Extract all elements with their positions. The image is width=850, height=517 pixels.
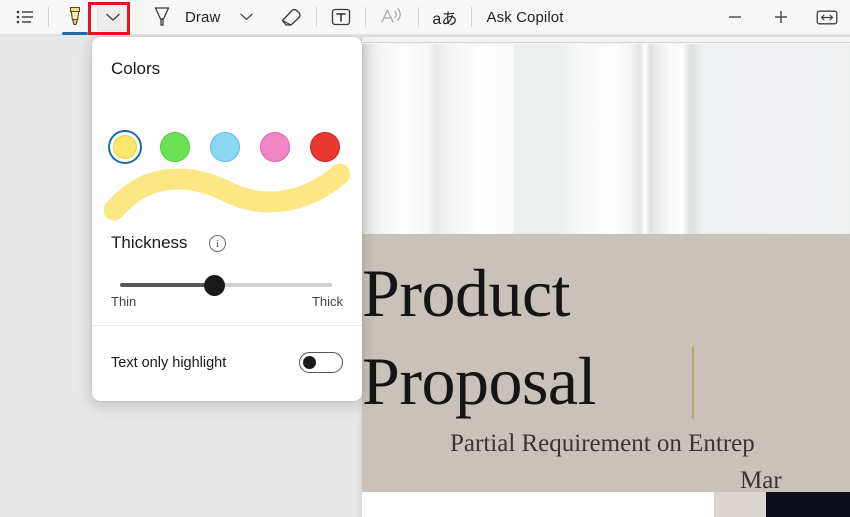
slider-track-remaining: [216, 283, 332, 287]
chevron-down-icon: [106, 13, 120, 22]
minus-icon: [727, 9, 743, 25]
fit-to-width-icon: [816, 9, 838, 26]
toolbar-divider: [48, 7, 49, 27]
slider-thumb[interactable]: [204, 275, 225, 296]
text-only-highlight-toggle[interactable]: [299, 352, 343, 373]
slider-max-label: Thick: [311, 294, 343, 309]
draw-tool-button[interactable]: [147, 3, 177, 32]
ask-copilot-label: Ask Copilot: [486, 8, 564, 26]
translate-label: аあ: [432, 11, 458, 28]
pen-icon: [151, 5, 173, 29]
toolbar-divider: [365, 7, 367, 27]
document-title-line2: Proposal: [362, 343, 597, 419]
highlighter-options-flyout: Colors Thickness i Thin Thick Text only …: [92, 37, 362, 401]
read-aloud-button[interactable]: [375, 3, 409, 32]
thickness-slider[interactable]: [120, 275, 332, 296]
zoom-in-button[interactable]: [766, 3, 796, 32]
highlighter-icon: [64, 5, 86, 29]
text-only-highlight-label: Text only highlight: [111, 354, 227, 371]
slider-track-filled: [120, 283, 216, 287]
zoom-out-button[interactable]: [720, 3, 750, 32]
document-title-line1: Product: [362, 255, 571, 331]
cover-photo-hairline: [362, 42, 850, 43]
toolbar-divider: [316, 7, 318, 27]
read-aloud-icon: [379, 6, 405, 28]
toolbar-divider: [418, 7, 420, 27]
eraser-tool-button[interactable]: [275, 3, 307, 32]
cover-photo-image: [362, 43, 850, 234]
draw-tool-label: Draw: [185, 8, 221, 26]
stroke-preview-svg: [104, 163, 350, 221]
toggle-knob: [303, 356, 316, 369]
ask-copilot-button[interactable]: Ask Copilot: [481, 3, 570, 32]
text-cursor: [692, 347, 694, 419]
slider-min-label: Thin: [111, 294, 137, 309]
text-box-icon: [330, 7, 352, 27]
toolbar-divider: [470, 7, 472, 27]
info-icon[interactable]: i: [209, 235, 226, 252]
plus-icon: [773, 9, 789, 25]
eraser-icon: [279, 6, 303, 28]
document-page: Product Proposal Partial Requirement on …: [362, 37, 850, 517]
annotation-toolbar: Draw аあ Ask Copilot: [0, 0, 850, 35]
list-icon: [16, 9, 34, 25]
next-page-preview-strip: [362, 492, 850, 517]
thickness-section-title: Thickness: [111, 233, 188, 252]
strip-white-block: [362, 492, 714, 517]
draw-options-chevron-button[interactable]: [232, 3, 261, 32]
table-of-contents-button[interactable]: [10, 3, 39, 32]
highlighter-stroke-preview: [104, 155, 350, 225]
translate-button[interactable]: аあ: [428, 3, 461, 32]
strip-dark-block: [766, 492, 850, 517]
text-tool-button[interactable]: [326, 3, 356, 32]
highlighter-tool-button[interactable]: [60, 3, 90, 35]
highlighter-options-chevron-button[interactable]: [97, 3, 129, 31]
pdf-reader-window: Draw аあ Ask Copilot Product Proposal Par…: [0, 0, 850, 517]
flyout-divider: [92, 325, 362, 326]
colors-section-title: Colors: [111, 59, 161, 78]
document-subtitle: Partial Requirement on Entrep Mar: [362, 425, 850, 499]
document-subtitle-line1: Partial Requirement on Entrep: [450, 430, 755, 457]
fit-to-width-button[interactable]: [812, 3, 842, 32]
chevron-down-icon: [240, 13, 254, 21]
strip-beige-block: [714, 492, 766, 517]
text-only-highlight-row: Text only highlight: [111, 352, 343, 373]
